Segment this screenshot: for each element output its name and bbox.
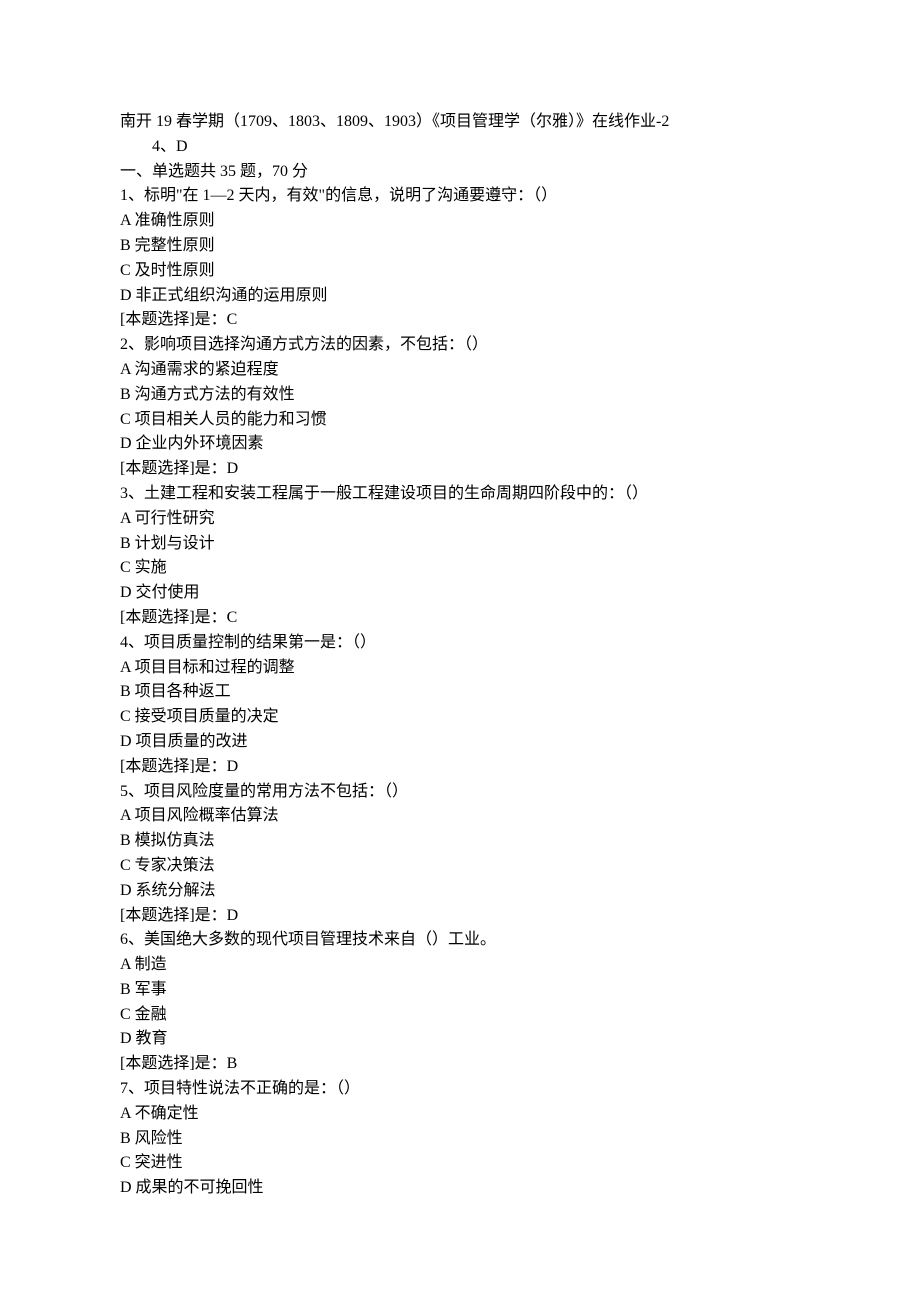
question-stem: 6、美国绝大多数的现代项目管理技术来自（）工业。 (120, 928, 800, 953)
question-stem: 1、标明"在 1—2 天内，有效"的信息，说明了沟通要遵守：（） (120, 184, 800, 209)
question-answer: [本题选择]是：C (120, 606, 800, 631)
question-option: C 及时性原则 (120, 259, 800, 284)
question-option: B 模拟仿真法 (120, 829, 800, 854)
page-title: 南开 19 春学期（1709、1803、1809、1903）《项目管理学（尔雅）… (120, 110, 800, 135)
question-option: B 计划与设计 (120, 532, 800, 557)
question-option: A 不确定性 (120, 1102, 800, 1127)
section-heading: 一、单选题共 35 题，70 分 (120, 160, 800, 185)
question-answer: [本题选择]是：D (120, 755, 800, 780)
question-stem: 2、影响项目选择沟通方式方法的因素，不包括：（） (120, 333, 800, 358)
question-option: A 制造 (120, 953, 800, 978)
question-option: B 沟通方式方法的有效性 (120, 383, 800, 408)
question-option: C 接受项目质量的决定 (120, 705, 800, 730)
question-option: D 交付使用 (120, 581, 800, 606)
question-option: D 成果的不可挽回性 (120, 1176, 800, 1201)
question-answer: [本题选择]是：D (120, 904, 800, 929)
question-option: A 沟通需求的紧迫程度 (120, 358, 800, 383)
question-option: C 专家决策法 (120, 854, 800, 879)
question-option: D 教育 (120, 1027, 800, 1052)
question-option: D 非正式组织沟通的运用原则 (120, 284, 800, 309)
question-answer: [本题选择]是：C (120, 308, 800, 333)
question-option: B 项目各种返工 (120, 680, 800, 705)
question-option: D 系统分解法 (120, 879, 800, 904)
question-option: C 突进性 (120, 1151, 800, 1176)
question-option: C 金融 (120, 1003, 800, 1028)
question-stem: 4、项目质量控制的结果第一是：（） (120, 631, 800, 656)
question-option: C 实施 (120, 556, 800, 581)
header-subline: 4、D (120, 135, 800, 160)
question-option: B 风险性 (120, 1127, 800, 1152)
question-stem: 3、土建工程和安装工程属于一般工程建设项目的生命周期四阶段中的：（） (120, 482, 800, 507)
question-answer: [本题选择]是：D (120, 457, 800, 482)
question-option: A 可行性研究 (120, 507, 800, 532)
question-option: A 准确性原则 (120, 209, 800, 234)
document-page: 南开 19 春学期（1709、1803、1809、1903）《项目管理学（尔雅）… (0, 0, 920, 1302)
question-option: D 项目质量的改进 (120, 730, 800, 755)
question-option: C 项目相关人员的能力和习惯 (120, 408, 800, 433)
question-stem: 7、项目特性说法不正确的是：（） (120, 1077, 800, 1102)
question-option: B 完整性原则 (120, 234, 800, 259)
question-answer: [本题选择]是：B (120, 1052, 800, 1077)
question-option: A 项目目标和过程的调整 (120, 656, 800, 681)
question-option: A 项目风险概率估算法 (120, 804, 800, 829)
question-option: D 企业内外环境因素 (120, 432, 800, 457)
question-option: B 军事 (120, 978, 800, 1003)
question-stem: 5、项目风险度量的常用方法不包括：（） (120, 780, 800, 805)
